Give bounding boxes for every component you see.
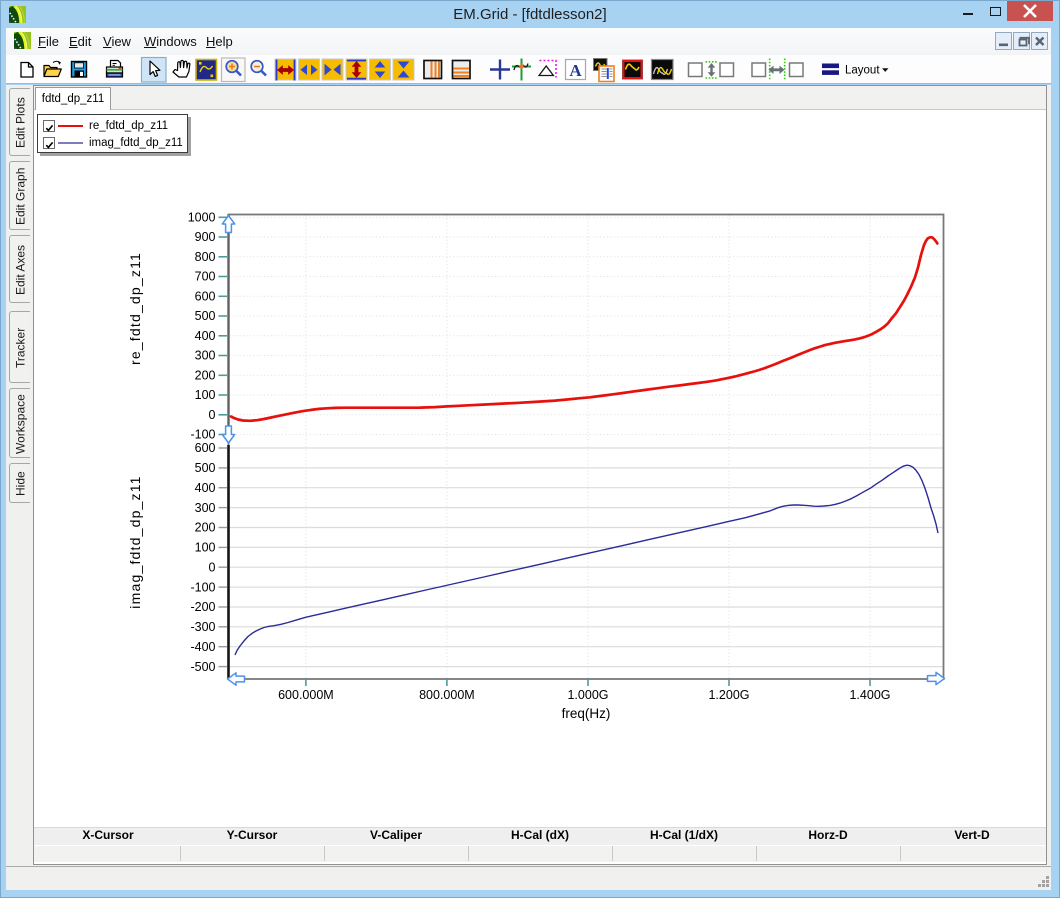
svg-text:-200: -200 [190, 600, 215, 614]
svg-text:1.400G: 1.400G [849, 688, 890, 702]
svg-text:A: A [569, 61, 582, 80]
svg-text:400: 400 [195, 481, 216, 495]
svg-text:freq(Hz): freq(Hz) [562, 706, 611, 721]
svg-text:1.200G: 1.200G [708, 688, 749, 702]
svg-text:Layout: Layout [845, 65, 880, 77]
svg-text:200: 200 [195, 521, 216, 535]
svg-text:900: 900 [195, 230, 216, 244]
svg-text:300: 300 [195, 349, 216, 363]
svg-text:400: 400 [195, 329, 216, 343]
svg-text:re_fdtd_dp_z11: re_fdtd_dp_z11 [127, 252, 143, 365]
svg-text:600.000M: 600.000M [278, 688, 334, 702]
svg-text:600: 600 [195, 290, 216, 304]
svg-text:500: 500 [195, 461, 216, 475]
svg-text:800.000M: 800.000M [419, 688, 475, 702]
svg-text:-500: -500 [190, 660, 215, 674]
svg-text:500: 500 [195, 309, 216, 323]
svg-text:0: 0 [209, 560, 216, 574]
svg-text:300: 300 [195, 501, 216, 515]
svg-text:-100: -100 [190, 580, 215, 594]
svg-text:imag_fdtd_dp_z11: imag_fdtd_dp_z11 [127, 475, 143, 608]
svg-text:-400: -400 [190, 640, 215, 654]
svg-text:1.000G: 1.000G [567, 688, 608, 702]
svg-text:800: 800 [195, 250, 216, 264]
svg-text:100: 100 [195, 541, 216, 555]
svg-text:700: 700 [195, 270, 216, 284]
svg-text:100: 100 [195, 388, 216, 402]
svg-text:-300: -300 [190, 620, 215, 634]
svg-text:0: 0 [209, 408, 216, 422]
svg-text:600: 600 [195, 441, 216, 455]
svg-text:1000: 1000 [188, 211, 216, 225]
svg-text:-100: -100 [190, 428, 215, 442]
svg-text:200: 200 [195, 369, 216, 383]
